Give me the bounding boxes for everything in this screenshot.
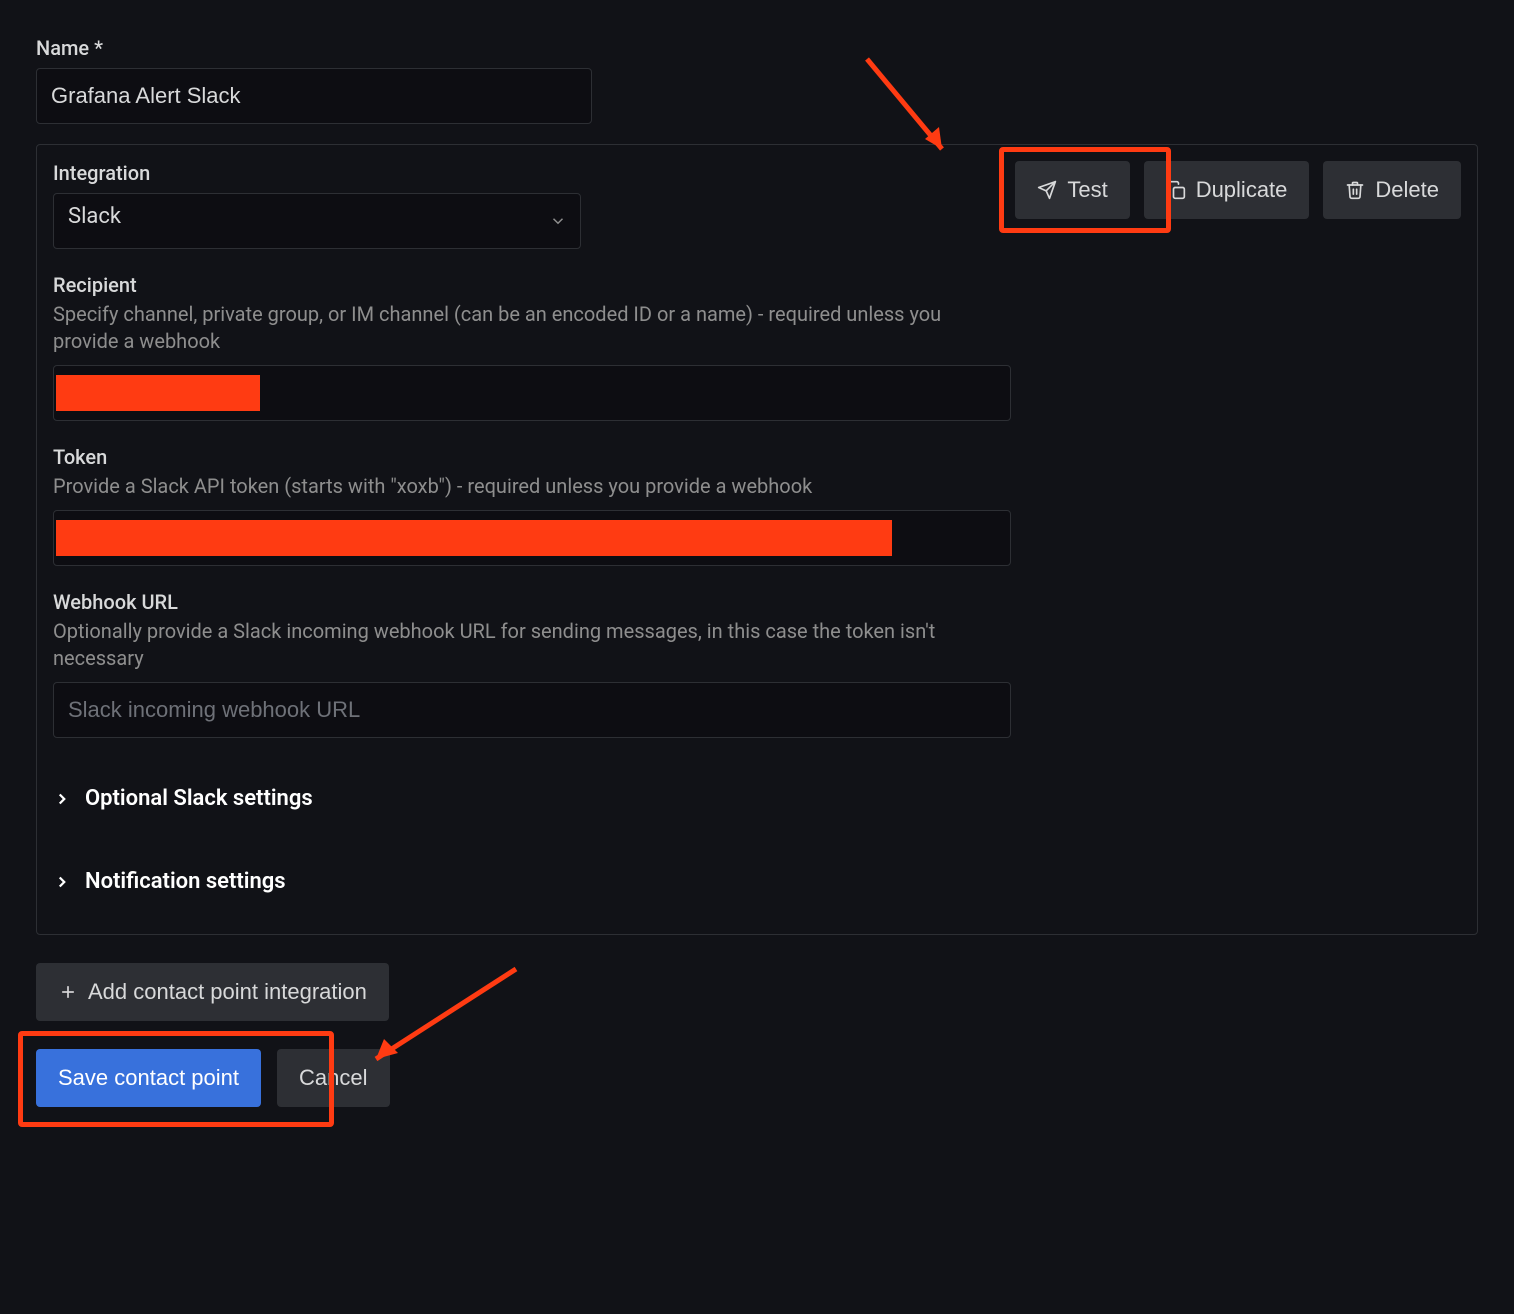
name-input[interactable] xyxy=(36,68,592,124)
test-button-label: Test xyxy=(1067,177,1107,203)
send-icon xyxy=(1037,180,1057,200)
recipient-group: Recipient Specify channel, private group… xyxy=(53,273,1461,421)
cancel-button[interactable]: Cancel xyxy=(277,1049,389,1107)
trash-icon xyxy=(1345,180,1365,200)
recipient-help: Specify channel, private group, or IM ch… xyxy=(53,301,953,355)
save-button[interactable]: Save contact point xyxy=(36,1049,261,1107)
optional-slack-settings-expander[interactable]: Optional Slack settings xyxy=(53,786,1461,811)
chevron-right-icon xyxy=(53,873,71,891)
token-input[interactable] xyxy=(53,510,1011,566)
panel-action-buttons: Test Duplicate Delete xyxy=(1015,161,1461,219)
webhook-input[interactable] xyxy=(53,682,1011,738)
token-help: Provide a Slack API token (starts with "… xyxy=(53,473,953,500)
chevron-right-icon xyxy=(53,790,71,808)
integration-panel: Integration Slack Test xyxy=(36,144,1478,935)
add-integration-label: Add contact point integration xyxy=(88,979,367,1005)
notification-settings-expander[interactable]: Notification settings xyxy=(53,869,1461,894)
delete-button-label: Delete xyxy=(1375,177,1439,203)
name-field-group: Name * xyxy=(36,36,1478,124)
copy-icon xyxy=(1166,180,1186,200)
notification-settings-label: Notification settings xyxy=(85,869,286,894)
optional-slack-settings-label: Optional Slack settings xyxy=(85,786,313,811)
add-integration-button[interactable]: Add contact point integration xyxy=(36,963,389,1021)
delete-button[interactable]: Delete xyxy=(1323,161,1461,219)
plus-icon xyxy=(58,982,78,1002)
webhook-group: Webhook URL Optionally provide a Slack i… xyxy=(53,590,1461,738)
save-button-label: Save contact point xyxy=(58,1065,239,1091)
recipient-input[interactable] xyxy=(53,365,1011,421)
integration-select[interactable]: Slack xyxy=(53,193,581,249)
name-label: Name * xyxy=(36,36,1478,60)
integration-label: Integration xyxy=(53,161,581,185)
token-group: Token Provide a Slack API token (starts … xyxy=(53,445,1461,566)
webhook-help: Optionally provide a Slack incoming webh… xyxy=(53,618,953,672)
recipient-redaction xyxy=(56,375,260,411)
token-label: Token xyxy=(53,445,1461,469)
cancel-button-label: Cancel xyxy=(299,1065,367,1091)
test-button[interactable]: Test xyxy=(1015,161,1129,219)
webhook-label: Webhook URL xyxy=(53,590,1461,614)
duplicate-button-label: Duplicate xyxy=(1196,177,1288,203)
token-redaction xyxy=(56,520,892,556)
duplicate-button[interactable]: Duplicate xyxy=(1144,161,1310,219)
recipient-label: Recipient xyxy=(53,273,1461,297)
